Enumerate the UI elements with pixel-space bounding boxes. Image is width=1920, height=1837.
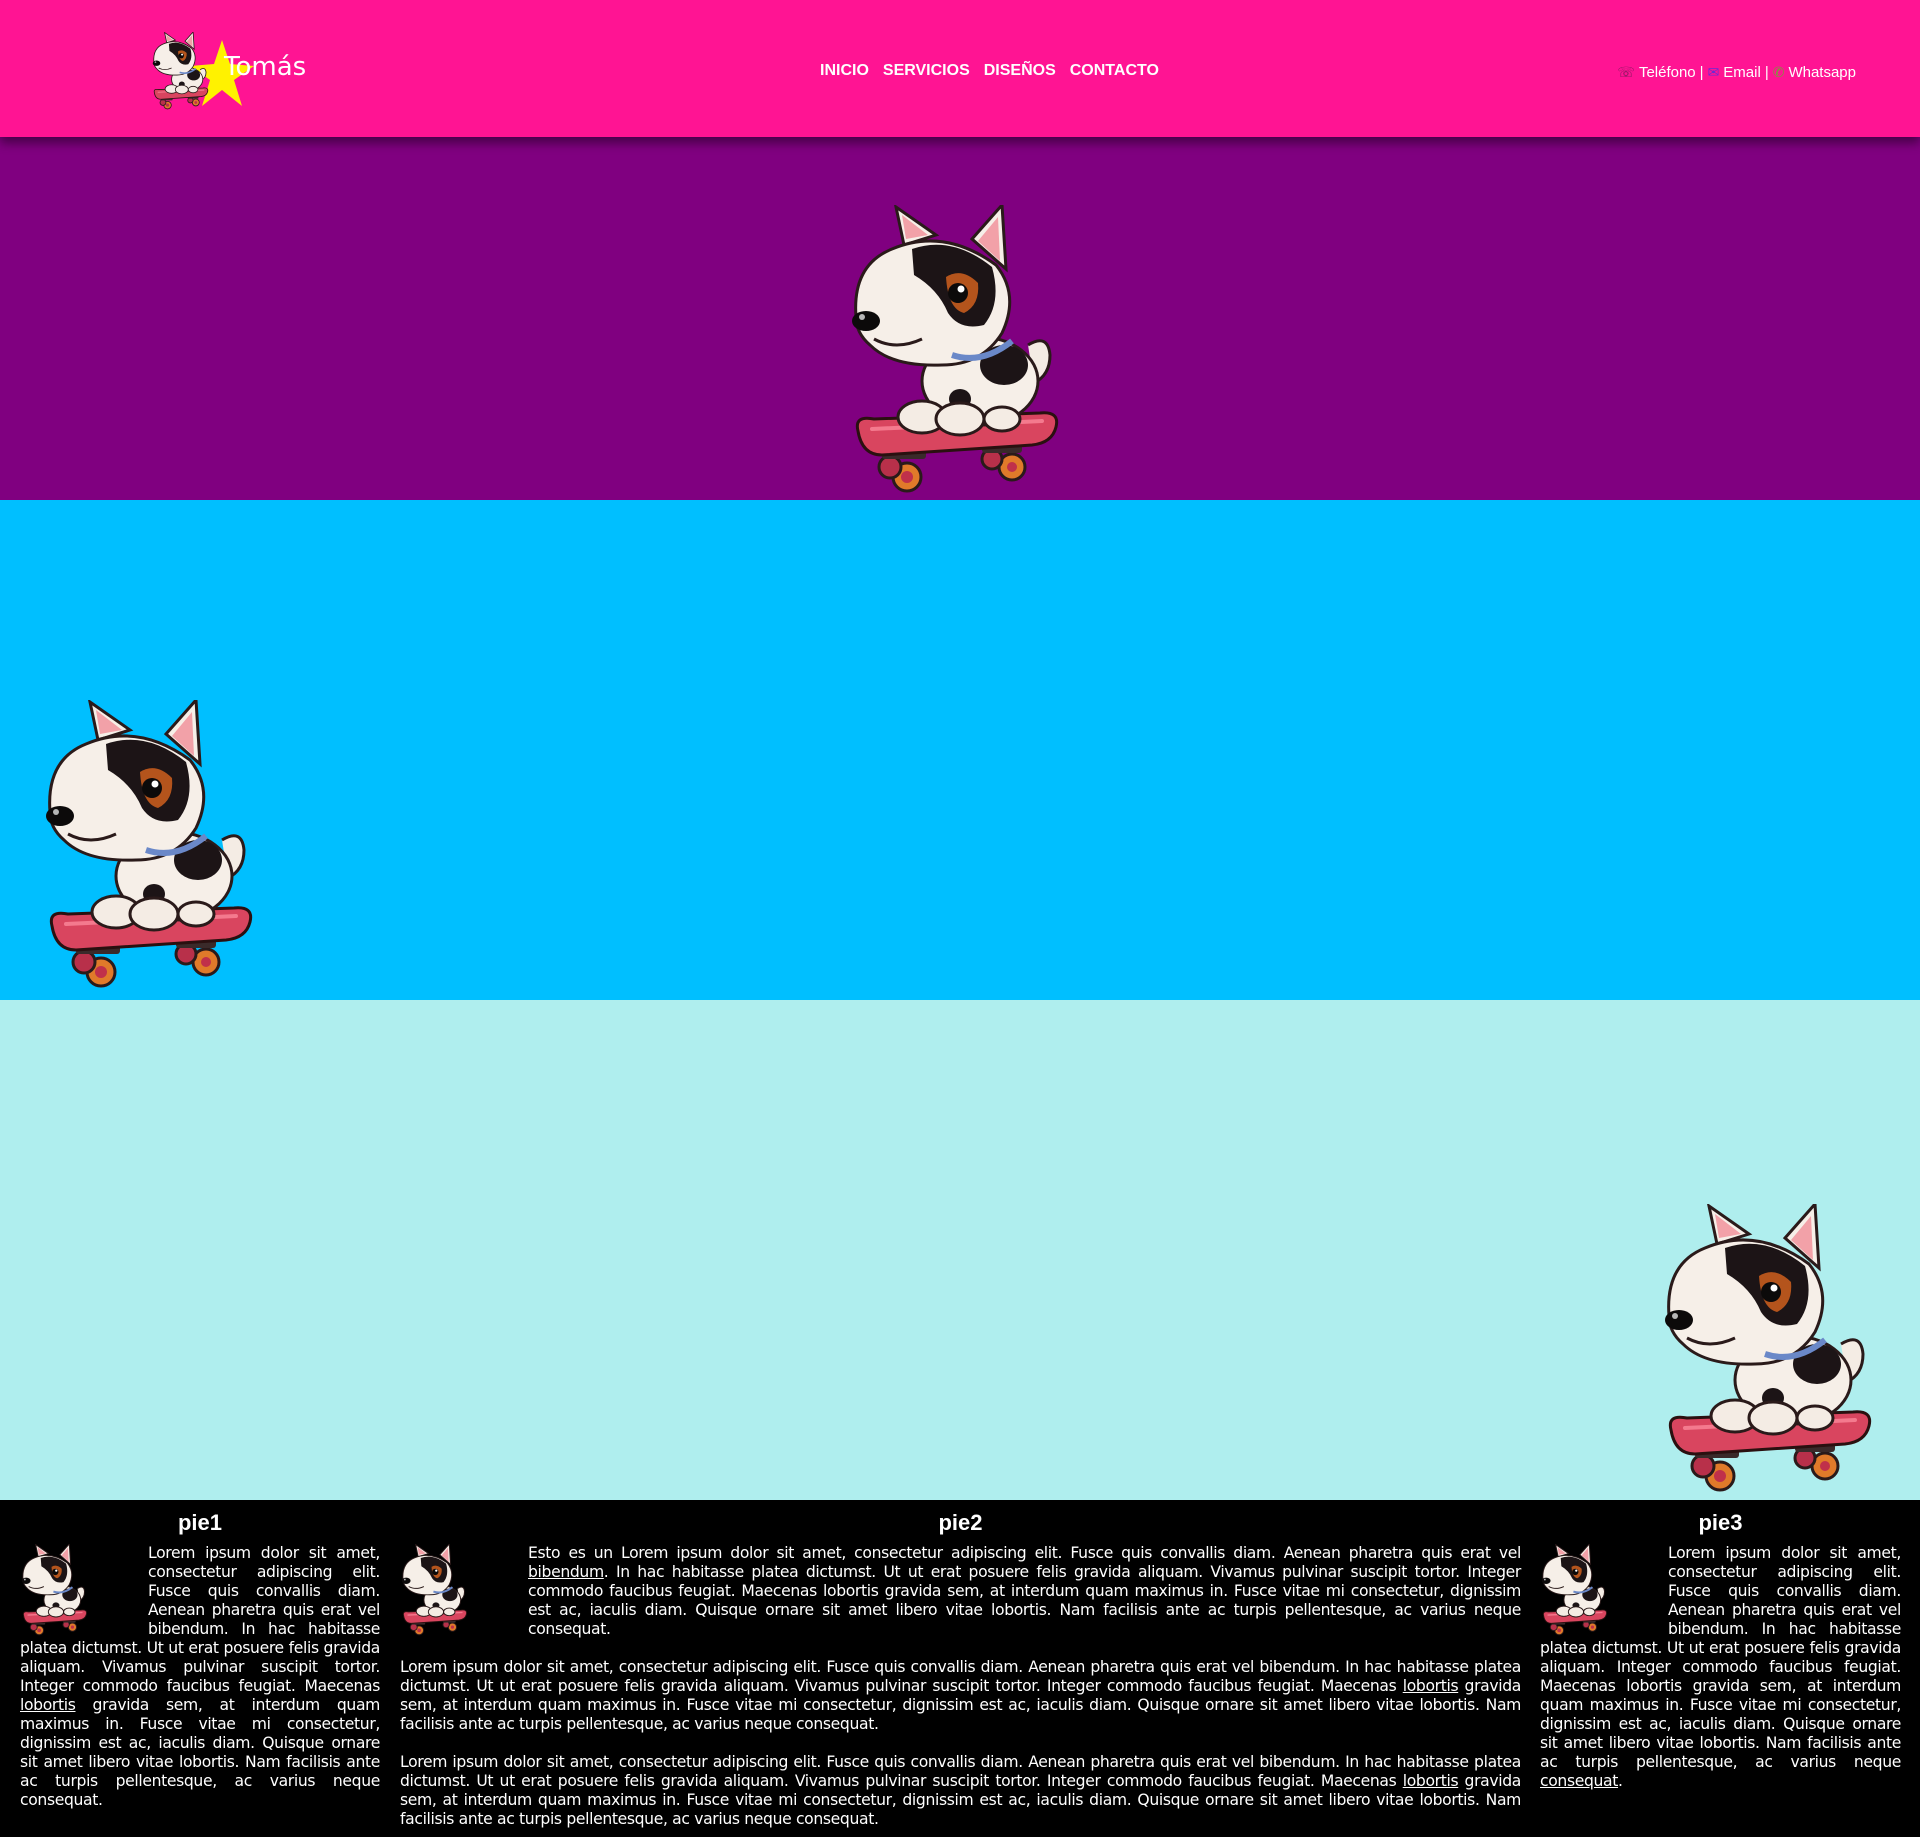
separator: | <box>1764 64 1769 81</box>
whatsapp-icon: ✆ <box>1772 64 1785 80</box>
email-icon: ✉ <box>1707 64 1720 80</box>
nav-item-contacto[interactable]: CONTACTO <box>1070 62 1159 80</box>
separator: | <box>1699 64 1704 81</box>
footer-link[interactable]: bibendum <box>528 1563 604 1581</box>
dog-thumbnail-icon <box>1540 1544 1610 1636</box>
dog-logo-icon <box>152 32 210 110</box>
main-nav: INICIO SERVICIOS DISEÑOS CONTACTO <box>820 62 1159 80</box>
brand-name[interactable]: Tomás <box>224 52 306 82</box>
site-footer: pie1 Lorem ipsum dolor sit amet, consect… <box>0 1500 1920 1837</box>
footer-link[interactable]: consequat <box>1540 1772 1618 1790</box>
footer-link[interactable]: lobortis <box>1403 1772 1459 1790</box>
dog-thumbnail-icon <box>400 1544 470 1636</box>
skateboard-dog-image <box>46 700 256 990</box>
footer-column-3: pie3 Lorem ipsum dolor sit amet, consect… <box>1540 1510 1901 1791</box>
blue-band <box>0 500 1920 1000</box>
footer-title: pie3 <box>1698 1510 1743 1535</box>
footer-title: pie1 <box>177 1510 223 1535</box>
footer-link[interactable]: lobortis <box>20 1696 76 1714</box>
phone-link[interactable]: Teléfono <box>1639 64 1696 81</box>
phone-icon: ☏ <box>1617 64 1635 80</box>
footer-link[interactable]: lobortis <box>1403 1677 1459 1695</box>
purple-band <box>0 137 1920 500</box>
site-header: Tomás INICIO SERVICIOS DISEÑOS CONTACTO … <box>0 0 1920 137</box>
email-link[interactable]: Email <box>1723 64 1761 81</box>
brand-logo[interactable]: Tomás <box>152 28 312 118</box>
contact-links: ☏ Teléfono | ✉ Email | ✆ Whatsapp <box>1617 64 1856 81</box>
nav-item-disenos[interactable]: DISEÑOS <box>984 62 1056 80</box>
dog-thumbnail-icon <box>20 1544 90 1636</box>
nav-item-inicio[interactable]: INICIO <box>820 62 869 80</box>
footer-text: Lorem ipsum dolor sit amet, consectetur … <box>400 1753 1521 1828</box>
turquoise-band <box>0 1000 1920 1500</box>
footer-title: pie2 <box>938 1510 983 1535</box>
footer-text: Lorem ipsum dolor sit amet, consectetur … <box>400 1658 1521 1733</box>
footer-column-2: pie2 Esto es un Lorem ipsum dolor sit am… <box>400 1510 1521 1829</box>
skateboard-dog-image <box>852 205 1062 495</box>
skateboard-dog-image <box>1665 1204 1875 1494</box>
footer-column-1: pie1 Lorem ipsum dolor sit amet, consect… <box>20 1510 380 1810</box>
footer-text: Esto es un Lorem ipsum dolor sit amet, c… <box>528 1544 1521 1638</box>
whatsapp-link[interactable]: Whatsapp <box>1788 64 1856 81</box>
nav-item-servicios[interactable]: SERVICIOS <box>883 62 970 80</box>
